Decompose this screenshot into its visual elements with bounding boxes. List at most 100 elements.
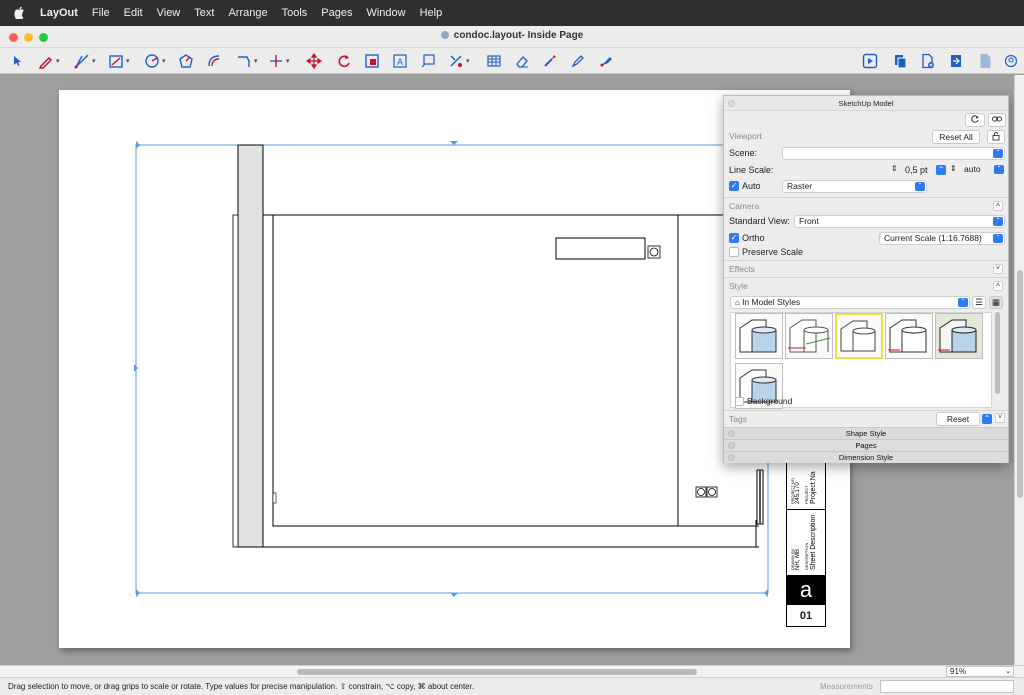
viewport-heading: Viewport	[729, 131, 762, 141]
move-tool-icon[interactable]	[306, 51, 322, 71]
shape-style-panel-header[interactable]: Shape Style	[724, 427, 1008, 439]
tags-heading: Tags	[729, 414, 747, 424]
scale-dropdown-icon: ⌃	[993, 234, 1003, 243]
style-thumbnail[interactable]	[785, 313, 833, 359]
dimension-style-panel-header[interactable]: Dimension Style	[724, 451, 1008, 463]
style-thumbnail[interactable]	[735, 313, 783, 359]
line-scale-mode-stepper-icon[interactable]: ⇕	[950, 164, 957, 173]
project-no-value: 245.170	[795, 482, 801, 504]
select-tool-icon[interactable]	[12, 51, 22, 71]
tags-expand-icon[interactable]: ˅	[995, 413, 1005, 423]
inspector-close-button[interactable]	[728, 100, 735, 107]
standard-view-select[interactable]: Front ⌃	[794, 215, 1005, 228]
camera-section-header[interactable]: Camera ˄	[724, 197, 1008, 214]
menu-arrange[interactable]: Arrange	[228, 7, 267, 19]
dimension-tool-icon[interactable]: ▾	[268, 51, 290, 71]
measurements-input[interactable]	[880, 680, 1014, 693]
styles-scrollbar[interactable]	[995, 312, 1000, 394]
tags-dropdown-icon[interactable]: ⌃	[982, 414, 992, 424]
reset-all-button[interactable]: Reset All	[932, 130, 980, 144]
style-collapse-icon[interactable]: ˄	[993, 281, 1003, 291]
background-label: Background	[747, 396, 793, 406]
menu-pages[interactable]: Pages	[321, 7, 352, 19]
pencil-tool-icon[interactable]: ▾	[38, 51, 60, 71]
line-scale-mode-select[interactable]: auto ⌃	[960, 164, 1005, 177]
zoom-select[interactable]: 91% ⌄	[946, 666, 1014, 677]
line-scale-mode-value: auto	[964, 164, 981, 174]
add-page-icon[interactable]	[920, 51, 936, 71]
menu-tools[interactable]: Tools	[282, 7, 308, 19]
eraser-tool-icon[interactable]	[514, 51, 530, 71]
effects-section-header[interactable]: Effects ˅	[724, 260, 1008, 277]
effects-expand-icon[interactable]: ˅	[993, 264, 1003, 274]
export-icon[interactable]	[948, 51, 964, 71]
style-thumbnail-selected[interactable]	[835, 313, 883, 359]
line-scale-label: Line Scale:	[729, 165, 774, 175]
scale-tool-icon[interactable]	[364, 51, 380, 71]
label-tool-icon[interactable]: ▾	[236, 51, 258, 71]
style-section-header[interactable]: Style ˄	[724, 277, 1008, 294]
rectangle-tool-icon[interactable]: ▾	[108, 51, 130, 71]
menu-text[interactable]: Text	[194, 7, 214, 19]
menu-edit[interactable]: Edit	[124, 7, 143, 19]
circle-tool-icon[interactable]: ▾	[144, 51, 166, 71]
style-thumbnail[interactable]	[935, 313, 983, 359]
style-collection-select[interactable]: ⌂ In Model Styles ⌃	[730, 296, 970, 309]
apple-icon[interactable]	[14, 6, 26, 21]
drawn-by-value: NH, MB	[795, 549, 801, 570]
refresh-model-button[interactable]	[965, 113, 985, 127]
vertical-scrollbar[interactable]	[1014, 75, 1024, 665]
title-block: PROJECT NO. 245.170 PROJECT Project Na D…	[786, 457, 826, 627]
document-settings-icon[interactable]	[978, 51, 994, 71]
home-icon: ⌂	[735, 298, 743, 307]
text-tool-icon[interactable]: A	[392, 51, 408, 71]
tags-reset-button[interactable]: Reset	[936, 412, 980, 426]
menu-app-name[interactable]: LayOut	[40, 7, 78, 19]
lock-button[interactable]	[987, 130, 1005, 144]
ortho-checkbox[interactable]: ✓	[729, 233, 739, 243]
shape-style-close-icon[interactable]	[728, 430, 735, 437]
label-text-tool-icon[interactable]	[420, 51, 436, 71]
style-tool-icon[interactable]	[598, 51, 614, 71]
grid-view-button[interactable]: ▦	[989, 296, 1003, 309]
line-scale-stepper-icon[interactable]: ⇕	[891, 164, 898, 173]
sheet-description: Sheet Description	[810, 514, 817, 570]
camera-collapse-icon[interactable]: ˄	[993, 201, 1003, 211]
inspector-title-bar: SketchUp Model	[724, 96, 1008, 111]
preserve-scale-checkbox[interactable]	[729, 247, 739, 257]
presentation-icon[interactable]	[862, 51, 878, 71]
pages-close-icon[interactable]	[728, 442, 735, 449]
link-model-button[interactable]	[988, 113, 1006, 127]
menu-file[interactable]: File	[92, 7, 110, 19]
polygon-tool-icon[interactable]	[178, 51, 194, 71]
horizontal-scrollbar[interactable]: 91% ⌄	[0, 665, 1024, 677]
list-view-button[interactable]: ☰	[972, 296, 986, 309]
menu-help[interactable]: Help	[420, 7, 443, 19]
auto-checkbox[interactable]: ✓	[729, 181, 739, 191]
line-scale-mode-dropdown-icon: ⌃	[994, 165, 1004, 174]
line-tool-icon[interactable]: ▾	[74, 51, 96, 71]
offset-tool-icon[interactable]	[206, 51, 222, 71]
menu-window[interactable]: Window	[366, 7, 405, 19]
scale-select[interactable]: Current Scale (1:16.7688) ⌃	[879, 232, 1005, 245]
table-tool-icon[interactable]	[486, 51, 502, 71]
vertical-scrollbar-thumb[interactable]	[1017, 270, 1023, 498]
split-tool-icon[interactable]: ▾	[448, 51, 470, 71]
scene-select[interactable]: ⌃	[782, 147, 1005, 160]
sample-tool-icon[interactable]	[542, 51, 558, 71]
dimension-style-close-icon[interactable]	[728, 454, 735, 461]
rotate-tool-icon[interactable]	[336, 51, 352, 71]
menu-view[interactable]: View	[157, 7, 181, 19]
line-scale-value[interactable]: 0,5 pt	[905, 165, 928, 175]
auto-label: Auto	[742, 181, 761, 191]
reference-icon[interactable]	[892, 51, 908, 71]
background-checkbox[interactable]	[735, 397, 744, 406]
render-mode-select[interactable]: Raster ⌃	[782, 180, 927, 193]
style-thumbnail[interactable]	[885, 313, 933, 359]
toolbar: ▾ ▾ ▾ ▾ ▾ ▾ A ▾	[0, 48, 1024, 74]
paint-tool-icon[interactable]	[570, 51, 586, 71]
account-icon[interactable]	[1004, 51, 1018, 71]
horizontal-scrollbar-thumb[interactable]	[297, 669, 697, 675]
line-scale-unit-dropdown-icon[interactable]: ⌃	[936, 165, 946, 175]
pages-panel-header[interactable]: Pages	[724, 439, 1008, 451]
